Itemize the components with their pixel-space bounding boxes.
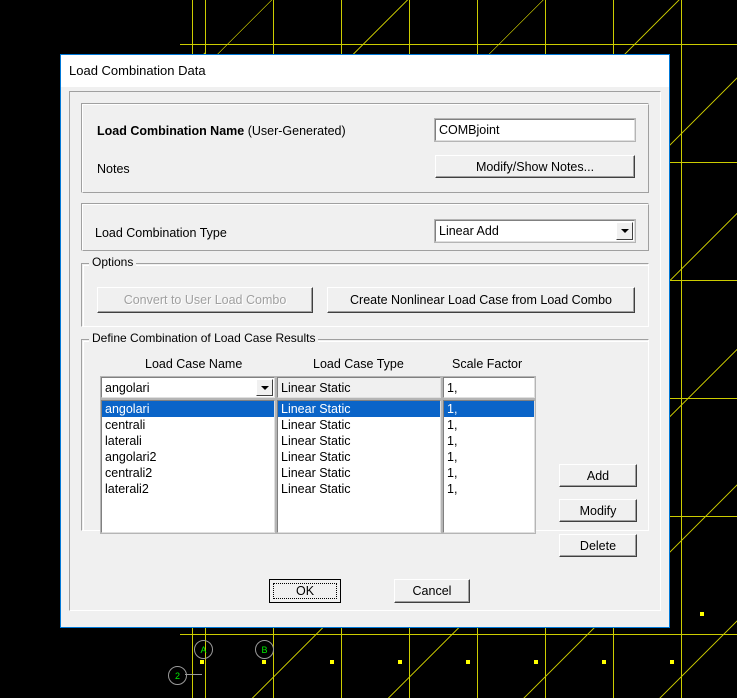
create-nonlinear-load-case-button[interactable]: Create Nonlinear Load Case from Load Com…: [327, 287, 635, 313]
delete-button-label: Delete: [579, 538, 617, 553]
ok-button[interactable]: OK: [269, 579, 341, 603]
combination-name-label: Load Combination Name (User-Generated): [97, 124, 346, 138]
cancel-button[interactable]: Cancel: [394, 579, 470, 603]
list-item[interactable]: laterali2: [102, 481, 274, 497]
dialog-title: Load Combination Data: [69, 63, 206, 78]
create-nonlinear-load-case-label: Create Nonlinear Load Case from Load Com…: [350, 293, 612, 307]
load-case-type-value: Linear Static: [281, 380, 351, 395]
list-item[interactable]: Linear Static: [278, 481, 440, 497]
modify-button[interactable]: Modify: [559, 499, 637, 522]
grid-bubble-a: A: [194, 640, 213, 659]
list-item[interactable]: angolari2: [102, 449, 274, 465]
grid-bubble-b: B: [255, 640, 274, 659]
list-item[interactable]: 1,: [444, 465, 534, 481]
ok-button-label: OK: [295, 584, 315, 598]
list-item[interactable]: 1,: [444, 417, 534, 433]
combination-name-label-bold: Load Combination Name: [97, 124, 245, 138]
list-item[interactable]: Linear Static: [278, 433, 440, 449]
load-case-name-value: angolari: [105, 380, 150, 395]
cancel-button-label: Cancel: [412, 584, 452, 598]
grid-bubble-stem: [185, 674, 202, 675]
grid-node: [534, 660, 538, 664]
chevron-down-icon[interactable]: [256, 379, 273, 396]
load-case-name-list[interactable]: angolari centrali laterali angolari2 cen…: [100, 399, 276, 534]
list-item[interactable]: Linear Static: [278, 401, 440, 417]
load-case-type-field: Linear Static: [276, 376, 442, 399]
define-combination-caption: Define Combination of Load Case Results: [89, 331, 319, 345]
grid-node: [200, 660, 204, 664]
load-case-name-combo[interactable]: angolari: [100, 376, 276, 399]
modify-show-notes-label: Modify/Show Notes...: [475, 159, 595, 174]
combination-name-label-suffix: (User-Generated): [244, 124, 346, 138]
list-item[interactable]: Linear Static: [278, 417, 440, 433]
grid-node: [670, 660, 674, 664]
options-group-caption: Options: [89, 255, 137, 269]
combination-name-group: [81, 103, 649, 193]
list-item[interactable]: 1,: [444, 433, 534, 449]
load-combination-data-dialog: Load Combination Data Load Combination N…: [60, 54, 670, 628]
convert-to-user-load-combo-button[interactable]: Convert to User Load Combo: [97, 287, 313, 313]
add-button[interactable]: Add: [559, 464, 637, 487]
list-item[interactable]: angolari: [102, 401, 274, 417]
header-load-case-type: Load Case Type: [313, 357, 404, 371]
list-item[interactable]: centrali2: [102, 465, 274, 481]
list-item[interactable]: 1,: [444, 449, 534, 465]
list-item[interactable]: laterali: [102, 433, 274, 449]
scale-factor-input[interactable]: 1,: [442, 376, 536, 399]
delete-button[interactable]: Delete: [559, 534, 637, 557]
combination-type-combo[interactable]: Linear Add: [434, 219, 636, 243]
grid-node: [398, 660, 402, 664]
grid-node: [602, 660, 606, 664]
grid-bubble-label: A: [200, 644, 207, 655]
dialog-client-area: Load Combination Name (User-Generated) C…: [61, 87, 669, 627]
combination-name-input[interactable]: COMBjoint: [434, 118, 636, 142]
convert-to-user-load-combo-label: Convert to User Load Combo: [123, 293, 287, 307]
grid-node: [700, 612, 704, 616]
notes-label: Notes: [97, 162, 130, 176]
grid-node: [330, 660, 334, 664]
combination-type-value: Linear Add: [439, 224, 499, 238]
header-load-case-name: Load Case Name: [145, 357, 243, 371]
add-button-label: Add: [586, 468, 610, 483]
grid-bubble-label: B: [261, 644, 268, 655]
list-item[interactable]: 1,: [444, 401, 534, 417]
list-item[interactable]: 1,: [444, 481, 534, 497]
load-case-type-list[interactable]: Linear Static Linear Static Linear Stati…: [276, 399, 442, 534]
modify-show-notes-button[interactable]: Modify/Show Notes...: [435, 155, 635, 178]
scale-factor-value: 1,: [447, 380, 458, 395]
list-item[interactable]: Linear Static: [278, 465, 440, 481]
header-scale-factor: Scale Factor: [452, 357, 523, 371]
combination-name-value: COMBjoint: [439, 123, 500, 137]
dialog-title-bar[interactable]: Load Combination Data: [61, 55, 669, 87]
grid-bubble-2: 2: [168, 666, 187, 685]
list-item[interactable]: Linear Static: [278, 449, 440, 465]
combination-type-label: Load Combination Type: [95, 226, 227, 240]
chevron-down-icon[interactable]: [616, 222, 633, 240]
grid-bubble-label: 2: [174, 670, 180, 681]
grid-node: [466, 660, 470, 664]
grid-node: [262, 660, 266, 664]
list-item[interactable]: centrali: [102, 417, 274, 433]
scale-factor-list[interactable]: 1, 1, 1, 1, 1, 1,: [442, 399, 536, 534]
modify-button-label: Modify: [579, 503, 617, 518]
